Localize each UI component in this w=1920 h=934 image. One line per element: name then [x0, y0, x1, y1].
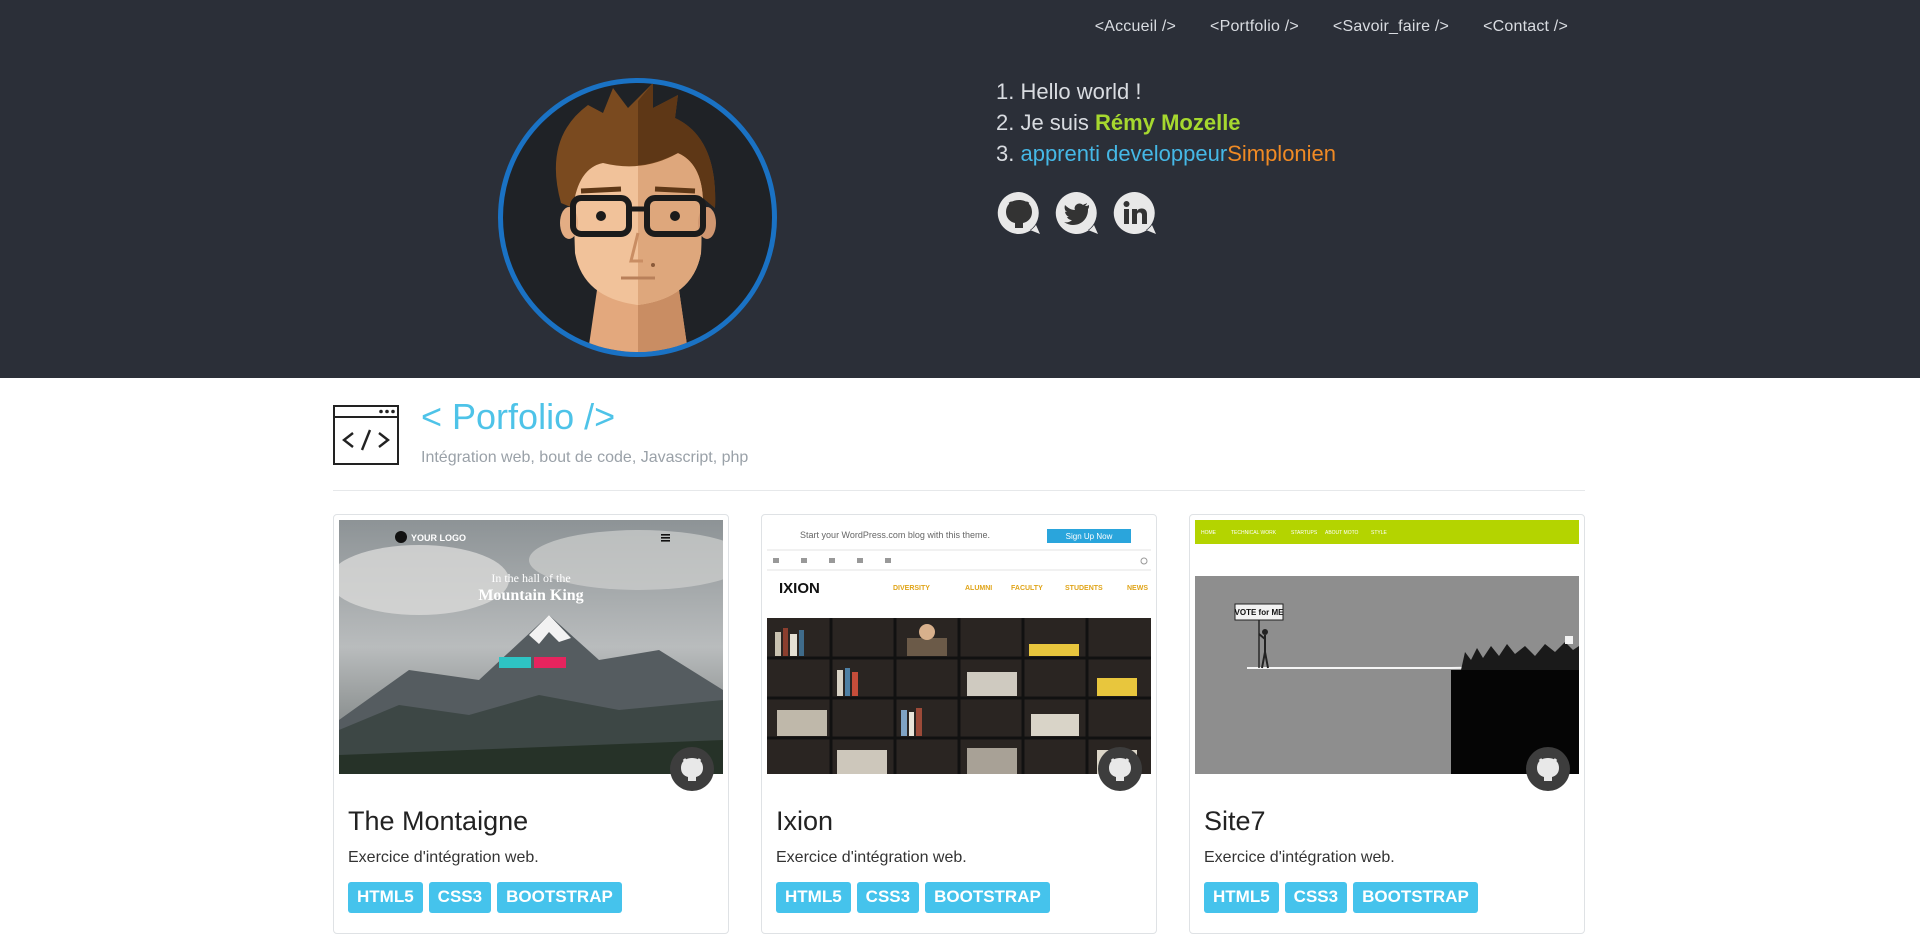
tag-html5: HTML5	[348, 882, 423, 913]
project-card: Start your WordPress.com blog with this …	[761, 514, 1157, 934]
nav-savoir-faire[interactable]: <Savoir_faire />	[1333, 18, 1449, 36]
tag-html5: HTML5	[776, 882, 851, 913]
tech-tags: HTML5 CSS3 BOOTSTRAP	[348, 882, 622, 913]
intro-list: 1. Hello world ! 2. Je suis Rémy Mozelle…	[996, 76, 1336, 169]
intro-line-2: 2. Je suis Rémy Mozelle	[996, 107, 1336, 138]
section-divider	[333, 490, 1585, 491]
tag-css3: CSS3	[428, 882, 492, 913]
project-thumbnail[interactable]: HOME TECHNICAL WORK STARTUPS ABOUT MOTO …	[1195, 520, 1579, 774]
thumb-brand: IXION	[779, 580, 820, 597]
thumb-menu-1: DIVERSITY	[893, 585, 930, 592]
project-description: Exercice d'intégration web.	[1204, 849, 1395, 866]
mountain-thumbnail: YOUR LOGO In the hall of the Mountain Ki…	[339, 520, 723, 774]
avatar	[498, 78, 777, 357]
project-description: Exercice d'intégration web.	[776, 849, 967, 866]
project-title: Ixion	[776, 806, 834, 836]
thumb-line-1: In the hall of the	[491, 571, 570, 585]
tag-bootstrap: BOOTSTRAP	[1353, 882, 1478, 913]
tag-css3: CSS3	[856, 882, 920, 913]
linkedin-link[interactable]	[1112, 190, 1158, 236]
thumb-menu-2: TECHNICAL WORK	[1231, 530, 1277, 536]
avatar-illustration	[555, 83, 716, 352]
site7-thumbnail: HOME TECHNICAL WORK STARTUPS ABOUT MOTO …	[1195, 520, 1579, 774]
github-repo-button[interactable]	[670, 747, 714, 791]
github-icon	[1109, 758, 1131, 781]
tech-tags: HTML5 CSS3 BOOTSTRAP	[776, 882, 1050, 913]
hero-header: <Accueil /> <Portfolio /> <Savoir_faire …	[0, 0, 1920, 378]
project-title: The Montaigne	[348, 806, 529, 836]
project-thumbnail[interactable]: YOUR LOGO In the hall of the Mountain Ki…	[339, 520, 723, 774]
thumb-menu-2: ALUMNI	[965, 585, 992, 592]
tag-bootstrap: BOOTSTRAP	[497, 882, 622, 913]
nav-contact[interactable]: <Contact />	[1483, 18, 1568, 36]
tag-bootstrap: BOOTSTRAP	[925, 882, 1050, 913]
tech-tags: HTML5 CSS3 BOOTSTRAP	[1204, 882, 1478, 913]
thumb-menu-3: STARTUPS	[1291, 530, 1318, 536]
portfolio-subtitle: Intégration web, bout de code, Javascrip…	[421, 449, 749, 466]
ixion-thumbnail: Start your WordPress.com blog with this …	[767, 520, 1151, 774]
thumb-menu-5: STYLE	[1371, 530, 1388, 536]
intro-line-3: 3. apprenti developpeurSimplonien	[996, 138, 1336, 169]
github-icon	[1537, 758, 1559, 781]
intro-line-1: 1. Hello world !	[996, 79, 1142, 104]
project-title: Site7	[1204, 806, 1266, 836]
code-window-icon	[333, 405, 399, 465]
thumb-signup: Sign Up Now	[1066, 532, 1113, 541]
intro-line-3-prefix: 3.	[996, 141, 1021, 166]
nav-accueil[interactable]: <Accueil />	[1095, 18, 1176, 36]
tag-css3: CSS3	[1284, 882, 1348, 913]
thumb-banner: Start your WordPress.com blog with this …	[800, 530, 990, 540]
author-role: apprenti developpeur	[1020, 141, 1228, 166]
tag-html5: HTML5	[1204, 882, 1279, 913]
github-icon	[681, 758, 703, 781]
thumb-menu-3: FACULTY	[1011, 585, 1043, 592]
thumb-logo: YOUR LOGO	[411, 533, 466, 543]
main-nav: <Accueil /> <Portfolio /> <Savoir_faire …	[1095, 18, 1568, 36]
thumb-line-2: Mountain King	[478, 587, 583, 604]
author-school: Simplonien	[1227, 141, 1337, 166]
project-thumbnail[interactable]: Start your WordPress.com blog with this …	[767, 520, 1151, 774]
portfolio-title: < Porfolio />	[421, 396, 616, 437]
github-repo-button[interactable]	[1098, 747, 1142, 791]
github-icon	[997, 191, 1040, 234]
project-card: HOME TECHNICAL WORK STARTUPS ABOUT MOTO …	[1189, 514, 1585, 934]
nav-portfolio[interactable]: <Portfolio />	[1210, 18, 1299, 36]
twitter-icon	[1055, 191, 1098, 234]
thumb-menu-1: HOME	[1201, 530, 1217, 536]
thumb-menu-5: NEWS	[1127, 585, 1148, 592]
github-link[interactable]	[996, 190, 1042, 236]
project-description: Exercice d'intégration web.	[348, 849, 539, 866]
thumb-menu-4: ABOUT MOTO	[1325, 530, 1359, 536]
github-repo-button[interactable]	[1526, 747, 1570, 791]
intro-line-2-prefix: 2. Je suis	[996, 110, 1096, 135]
social-links	[996, 190, 1158, 236]
thumb-sign: VOTE for ME	[1235, 608, 1285, 617]
twitter-link[interactable]	[1054, 190, 1100, 236]
project-card: YOUR LOGO In the hall of the Mountain Ki…	[333, 514, 729, 934]
author-name: Rémy Mozelle	[1095, 110, 1241, 135]
linkedin-icon	[1113, 191, 1156, 234]
thumb-menu-4: STUDENTS	[1065, 585, 1103, 592]
